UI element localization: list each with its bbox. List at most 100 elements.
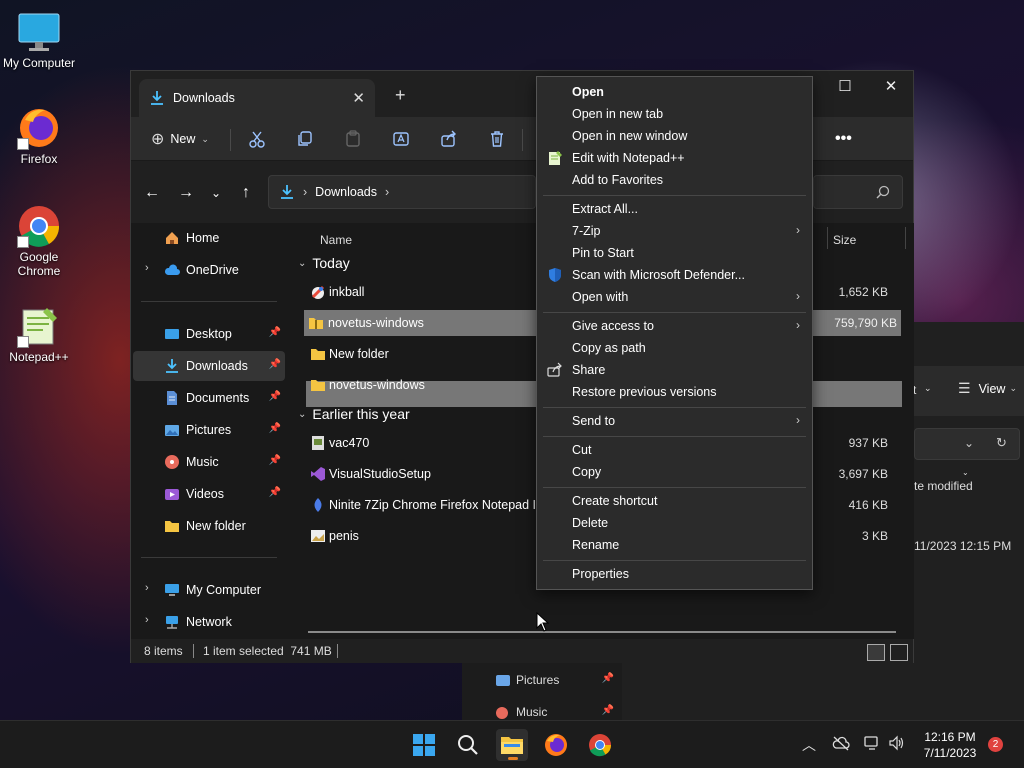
taskbar-firefox[interactable] xyxy=(540,729,572,761)
background-column-date-modified[interactable]: te modified xyxy=(914,479,973,493)
menu-item-edit-with-notepad-plus-plus[interactable]: Edit with Notepad++ xyxy=(541,147,808,169)
sidebar-item-music[interactable]: Music 📌 xyxy=(133,447,285,477)
menu-item-open[interactable]: Open xyxy=(541,81,808,103)
sidebar-item-downloads[interactable]: Downloads 📌 xyxy=(133,351,285,381)
menu-item-give-access-to[interactable]: Give access to › xyxy=(541,315,808,337)
chevron-down-icon: ⌄ xyxy=(201,133,209,144)
notification-badge[interactable]: 2 xyxy=(988,737,1003,752)
share-button[interactable] xyxy=(440,127,458,151)
expand-chevron-icon[interactable]: › xyxy=(145,614,149,626)
sidebar-item-new-folder[interactable]: New folder xyxy=(133,511,285,541)
refresh-icon[interactable]: ↻ xyxy=(996,435,1007,451)
sidebar-item-home[interactable]: Home xyxy=(133,223,285,253)
new-button[interactable]: ⊕ New ⌄ xyxy=(151,127,209,151)
expand-chevron-icon[interactable]: › xyxy=(145,262,149,274)
sidebar-item-my-computer[interactable]: › My Computer xyxy=(133,575,285,605)
desktop-icon-google-chrome[interactable]: Google Chrome xyxy=(0,204,78,278)
sidebar-item-pictures[interactable]: Pictures 📌 xyxy=(133,415,285,445)
pin-icon[interactable]: 📌 xyxy=(269,423,281,434)
desktop-icon-notepad-plus-plus[interactable]: Notepad++ xyxy=(0,304,78,364)
column-header-name[interactable]: Name xyxy=(320,233,352,247)
submenu-chevron-icon: › xyxy=(796,318,800,332)
more-options-button[interactable]: ••• xyxy=(835,127,852,151)
menu-item-open-with[interactable]: Open with › xyxy=(541,286,808,308)
up-button[interactable]: ↑ xyxy=(235,183,257,203)
close-tab-icon[interactable]: ✕ xyxy=(352,89,365,107)
search-input[interactable] xyxy=(813,175,903,209)
column-divider xyxy=(827,227,828,249)
menu-item-delete[interactable]: Delete xyxy=(541,512,808,534)
menu-item-share[interactable]: Share xyxy=(541,359,808,381)
menu-item-copy-as-path[interactable]: Copy as path xyxy=(541,337,808,359)
menu-item-extract-all[interactable]: Extract All... xyxy=(541,198,808,220)
file-name: novetus-windows xyxy=(329,378,425,392)
sidebar-item-network[interactable]: › Network xyxy=(133,607,285,637)
copy-button[interactable] xyxy=(296,127,314,151)
menu-item-properties[interactable]: Properties xyxy=(541,563,808,585)
breadcrumb-downloads[interactable]: Downloads xyxy=(315,185,377,199)
menu-item-pin-to-start[interactable]: Pin to Start xyxy=(541,242,808,264)
start-button[interactable] xyxy=(408,729,440,761)
group-header-earlier-this-year[interactable]: ⌄ Earlier this year xyxy=(298,406,410,422)
close-window-button[interactable]: ✕ xyxy=(871,77,911,95)
menu-item-create-shortcut[interactable]: Create shortcut xyxy=(541,490,808,512)
menu-item-scan-with-microsoft-defender[interactable]: Scan with Microsoft Defender... xyxy=(541,264,808,286)
chrome-icon xyxy=(17,204,61,248)
background-view-button[interactable]: ☰ View ⌄ xyxy=(958,380,1017,397)
pin-icon[interactable]: 📌 xyxy=(269,455,281,466)
pin-icon[interactable]: 📌 xyxy=(269,487,281,498)
menu-item-restore-previous-versions[interactable]: Restore previous versions xyxy=(541,381,808,403)
background-sidebar-item-pictures[interactable]: Pictures 📌 xyxy=(496,673,620,691)
expand-chevron-icon[interactable]: › xyxy=(145,582,149,594)
details-view-icon[interactable] xyxy=(867,644,885,661)
onedrive-offline-icon[interactable] xyxy=(832,735,850,751)
sidebar-item-onedrive[interactable]: › OneDrive xyxy=(133,255,285,285)
sidebar-item-videos[interactable]: Videos 📌 xyxy=(133,479,285,509)
horizontal-scrollbar[interactable] xyxy=(308,631,896,633)
desktop-icon-my-computer[interactable]: My Computer xyxy=(0,10,78,70)
show-hidden-icons-chevron[interactable]: ︿ xyxy=(802,735,816,755)
new-tab-button[interactable]: + xyxy=(395,85,406,106)
address-bar[interactable]: › Downloads › xyxy=(268,175,536,209)
sidebar-item-documents[interactable]: Documents 📌 xyxy=(133,383,285,413)
paste-button[interactable] xyxy=(344,127,362,151)
network-status-icon[interactable] xyxy=(864,735,880,751)
pin-icon[interactable]: 📌 xyxy=(269,327,281,338)
group-header-today[interactable]: ⌄ Today xyxy=(298,255,350,271)
pin-icon[interactable]: 📌 xyxy=(269,391,281,402)
breadcrumb-chevron-icon[interactable]: › xyxy=(385,185,389,199)
tab-downloads[interactable]: Downloads ✕ xyxy=(139,79,375,117)
chevron-down-icon[interactable]: ⌄ xyxy=(964,436,974,450)
tiles-view-icon[interactable] xyxy=(890,644,908,661)
selected-row-overlay[interactable]: novetus-windows xyxy=(304,310,536,336)
delete-button[interactable] xyxy=(488,127,506,151)
menu-item-rename[interactable]: Rename xyxy=(541,534,808,556)
back-button[interactable]: ← xyxy=(141,183,163,203)
forward-button[interactable]: → xyxy=(175,183,197,203)
menu-item-add-to-favorites[interactable]: Add to Favorites xyxy=(541,169,808,191)
system-clock[interactable]: 12:16 PM 7/11/2023 xyxy=(910,729,990,761)
volume-icon[interactable] xyxy=(888,735,904,751)
taskbar-file-explorer[interactable] xyxy=(496,729,528,761)
pin-icon[interactable]: 📌 xyxy=(269,359,281,370)
menu-item-7-zip[interactable]: 7-Zip › xyxy=(541,220,808,242)
taskbar-chrome[interactable] xyxy=(584,729,616,761)
breadcrumb-chevron-icon[interactable]: › xyxy=(303,185,307,199)
desktop-icon-firefox[interactable]: Firefox xyxy=(0,106,78,166)
column-header-size[interactable]: Size xyxy=(833,233,856,247)
menu-item-copy[interactable]: Copy xyxy=(541,461,808,483)
pin-icon: 📌 xyxy=(601,705,614,716)
menu-item-send-to[interactable]: Send to › xyxy=(541,410,808,432)
menu-item-cut[interactable]: Cut xyxy=(541,439,808,461)
recent-locations-button[interactable]: ⌄ xyxy=(205,183,227,203)
menu-item-open-in-new-window[interactable]: Open in new window xyxy=(541,125,808,147)
maximize-button[interactable]: ☐ xyxy=(825,77,865,95)
cut-button[interactable] xyxy=(248,127,266,151)
folder-icon xyxy=(165,521,179,532)
sidebar-item-desktop[interactable]: Desktop 📌 xyxy=(133,319,285,349)
home-icon xyxy=(166,232,178,244)
rename-button[interactable] xyxy=(392,127,410,151)
menu-item-open-in-new-tab[interactable]: Open in new tab xyxy=(541,103,808,125)
notepad-plus-plus-icon xyxy=(17,304,61,348)
search-button[interactable] xyxy=(452,729,484,761)
